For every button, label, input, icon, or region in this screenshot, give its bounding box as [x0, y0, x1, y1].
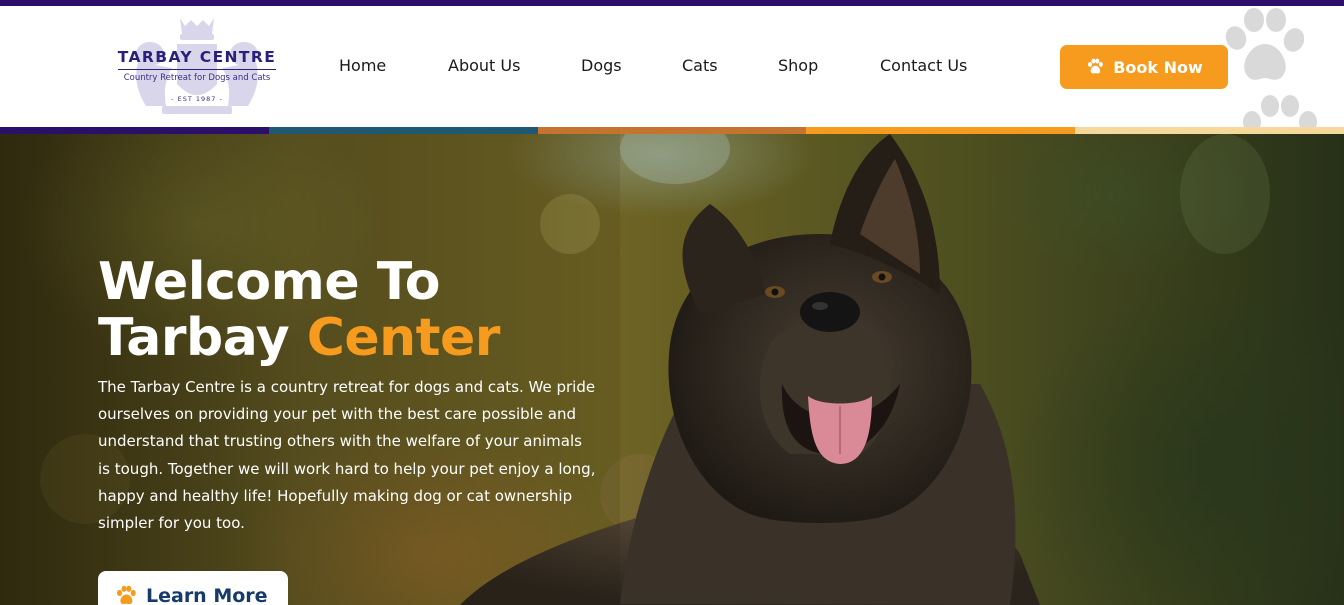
band-segment: [537, 127, 807, 134]
hero-title-line2: Tarbay: [98, 308, 290, 368]
band-segment: [806, 127, 1076, 134]
learn-more-label: Learn More: [146, 585, 268, 605]
hero-description: The Tarbay Centre is a country retreat f…: [98, 378, 596, 533]
color-band: [0, 127, 1344, 134]
paw-icon: [1088, 58, 1104, 74]
bokeh-light: [1180, 134, 1270, 254]
band-segment: [1075, 127, 1344, 134]
nav-home[interactable]: Home: [339, 56, 386, 75]
site-logo[interactable]: TARBAY CENTRE Country Retreat for Dogs a…: [112, 14, 284, 116]
band-segment: [268, 127, 538, 134]
book-now-label: Book Now: [1113, 57, 1203, 77]
band-segment: [0, 127, 269, 134]
nav-contact-us[interactable]: Contact Us: [880, 56, 967, 75]
book-now-button[interactable]: Book Now: [1060, 45, 1228, 89]
hero-title-line1: Welcome To: [98, 252, 441, 312]
brand-established: - EST 1987 -: [171, 95, 223, 103]
paw-print-decoration-icon: [1225, 8, 1304, 80]
nav-cats[interactable]: Cats: [682, 56, 718, 75]
hero-heading: Welcome To Tarbay Center: [98, 254, 500, 366]
brand-name: TARBAY CENTRE: [117, 48, 277, 66]
learn-more-button[interactable]: Learn More: [98, 571, 288, 605]
nav-dogs[interactable]: Dogs: [581, 56, 622, 75]
nav-about-us[interactable]: About Us: [448, 56, 520, 75]
hero-section: Welcome To Tarbay Center The Tarbay Cent…: [0, 134, 1344, 605]
brand-divider: [118, 69, 276, 70]
hero-title-accent: Center: [306, 308, 501, 368]
site-header: TARBAY CENTRE Country Retreat for Dogs a…: [0, 6, 1344, 133]
paw-icon: [117, 585, 136, 604]
nav-shop[interactable]: Shop: [778, 56, 818, 75]
brand-tagline: Country Retreat for Dogs and Cats: [123, 73, 271, 83]
